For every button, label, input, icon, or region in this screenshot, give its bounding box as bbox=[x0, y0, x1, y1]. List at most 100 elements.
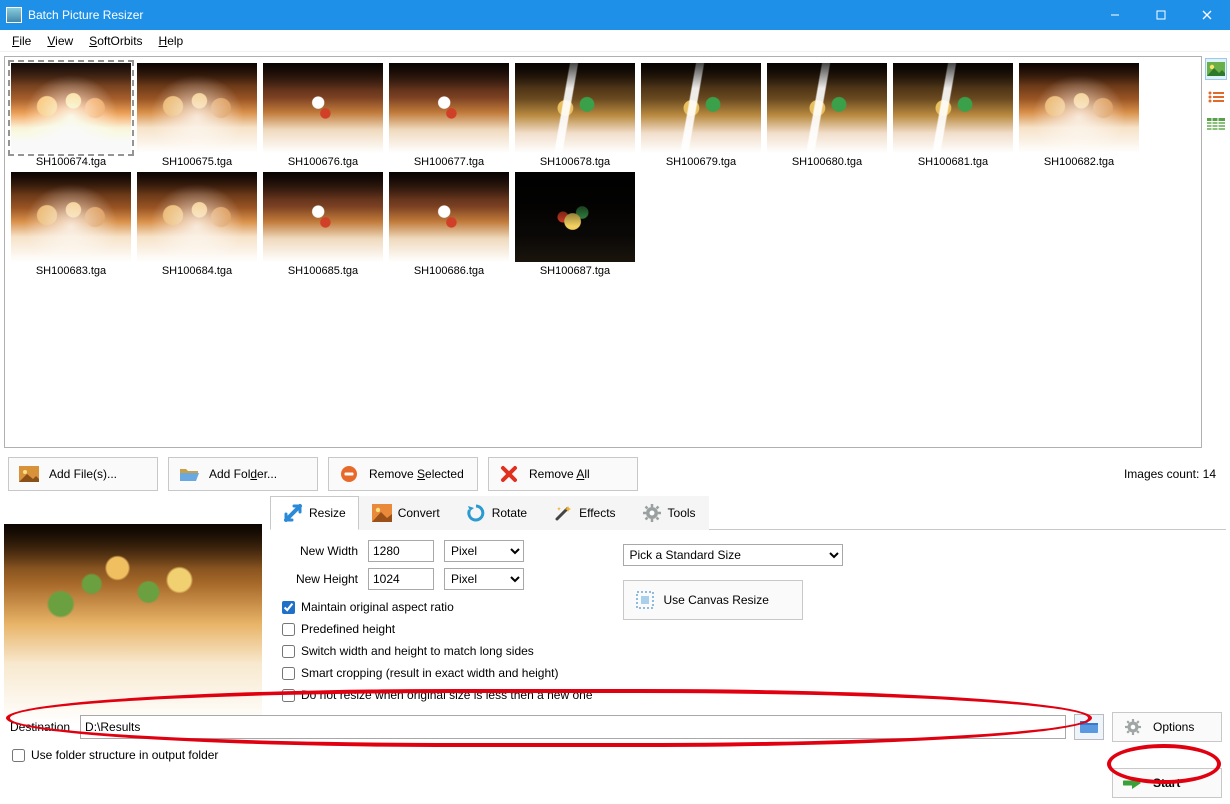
add-folder-button[interactable]: Add Folder... bbox=[168, 457, 318, 491]
menu-view[interactable]: View bbox=[39, 32, 81, 50]
new-width-label: New Width bbox=[282, 544, 362, 558]
thumbnail-image bbox=[137, 63, 257, 153]
thumbnail-item[interactable]: SH100682.tga bbox=[1019, 63, 1139, 168]
thumbnail-label: SH100678.tga bbox=[540, 156, 610, 168]
chk-smart-cropping[interactable]: Smart cropping (result in exact width an… bbox=[282, 666, 593, 680]
thumbnail-label: SH100674.tga bbox=[36, 156, 106, 168]
thumbnail-image bbox=[263, 63, 383, 153]
images-count-label: Images count: 14 bbox=[1124, 467, 1222, 481]
thumbnail-image bbox=[11, 63, 131, 153]
menu-help[interactable]: Help bbox=[151, 32, 192, 50]
view-details-icon[interactable] bbox=[1205, 114, 1227, 136]
tab-rotate[interactable]: Rotate bbox=[453, 496, 540, 530]
menu-softorbits[interactable]: SoftOrbits bbox=[81, 32, 150, 50]
height-unit-select[interactable]: Pixel bbox=[444, 568, 524, 590]
add-files-button[interactable]: Add File(s)... bbox=[8, 457, 158, 491]
thumbnail-image bbox=[893, 63, 1013, 153]
thumbnail-label: SH100685.tga bbox=[288, 265, 358, 277]
picture-icon bbox=[19, 464, 39, 484]
thumbnail-item[interactable]: SH100685.tga bbox=[263, 172, 383, 277]
thumbnail-image bbox=[515, 172, 635, 262]
thumbnail-label: SH100682.tga bbox=[1044, 156, 1114, 168]
thumbnail-image bbox=[263, 172, 383, 262]
convert-icon bbox=[372, 503, 392, 523]
thumbnail-item[interactable]: SH100681.tga bbox=[893, 63, 1013, 168]
new-height-input[interactable] bbox=[368, 568, 434, 590]
standard-size-select[interactable]: Pick a Standard Size bbox=[623, 544, 843, 566]
action-row: Add File(s)... Add Folder... Remove Sele… bbox=[0, 452, 1230, 496]
destination-row: Destination Options bbox=[8, 712, 1222, 742]
folder-open-icon bbox=[179, 464, 199, 484]
tab-strip: Resize Convert Rotate Effects Tools bbox=[270, 496, 1226, 530]
view-mode-toolbar bbox=[1202, 52, 1230, 452]
tab-effects[interactable]: Effects bbox=[540, 496, 628, 530]
thumbnail-image bbox=[137, 172, 257, 262]
canvas-icon bbox=[634, 590, 654, 610]
maximize-button[interactable] bbox=[1138, 0, 1184, 30]
chk-maintain-aspect[interactable]: Maintain original aspect ratio bbox=[282, 600, 593, 614]
thumbnail-image bbox=[11, 172, 131, 262]
minimize-button[interactable] bbox=[1092, 0, 1138, 30]
view-thumbnails-icon[interactable] bbox=[1205, 58, 1227, 80]
thumbnail-item[interactable]: SH100686.tga bbox=[389, 172, 509, 277]
new-width-input[interactable] bbox=[368, 540, 434, 562]
browse-button[interactable] bbox=[1074, 714, 1104, 740]
menu-file[interactable]: File bbox=[4, 32, 39, 50]
resize-panel: New Width Pixel New Height Pixel Maintai… bbox=[270, 529, 1226, 712]
thumbnail-item[interactable]: SH100683.tga bbox=[11, 172, 131, 277]
thumbnail-image bbox=[767, 63, 887, 153]
folder-icon bbox=[1079, 718, 1099, 737]
thumbnail-item[interactable]: SH100679.tga bbox=[641, 63, 761, 168]
thumbnail-label: SH100686.tga bbox=[414, 265, 484, 277]
thumbnail-gallery[interactable]: SH100674.tga SH100675.tga SH100676.tga SH10… bbox=[4, 56, 1202, 448]
thumbnail-item[interactable]: SH100674.tga bbox=[11, 63, 131, 168]
remove-icon bbox=[339, 464, 359, 484]
thumbnail-item[interactable]: SH100676.tga bbox=[263, 63, 383, 168]
chk-predefined-height[interactable]: Predefined height bbox=[282, 622, 593, 636]
thumbnail-label: SH100679.tga bbox=[666, 156, 736, 168]
thumbnail-label: SH100687.tga bbox=[540, 265, 610, 277]
thumbnail-image bbox=[389, 172, 509, 262]
add-folder-label: Add Folder... bbox=[209, 467, 277, 481]
chk-folder-structure[interactable]: Use folder structure in output folder bbox=[12, 748, 1218, 762]
thumbnail-label: SH100680.tga bbox=[792, 156, 862, 168]
chk-no-resize-smaller[interactable]: Do not resize when original size is less… bbox=[282, 688, 593, 702]
tab-convert[interactable]: Convert bbox=[359, 496, 453, 530]
thumbnail-label: SH100683.tga bbox=[36, 265, 106, 277]
close-button[interactable] bbox=[1184, 0, 1230, 30]
thumbnail-label: SH100677.tga bbox=[414, 156, 484, 168]
thumbnail-item[interactable]: SH100687.tga bbox=[515, 172, 635, 277]
width-unit-select[interactable]: Pixel bbox=[444, 540, 524, 562]
remove-all-button[interactable]: Remove All bbox=[488, 457, 638, 491]
start-button[interactable]: Start bbox=[1112, 768, 1222, 798]
tools-icon bbox=[642, 503, 662, 523]
effects-icon bbox=[553, 503, 573, 523]
options-button[interactable]: Options bbox=[1112, 712, 1222, 742]
thumbnail-item[interactable]: SH100678.tga bbox=[515, 63, 635, 168]
destination-label: Destination bbox=[8, 720, 72, 734]
title-bar: Batch Picture Resizer bbox=[0, 0, 1230, 30]
remove-selected-label: Remove Selected bbox=[369, 467, 464, 481]
remove-selected-button[interactable]: Remove Selected bbox=[328, 457, 478, 491]
destination-input[interactable] bbox=[80, 715, 1066, 739]
view-list-icon[interactable] bbox=[1205, 86, 1227, 108]
preview-image bbox=[4, 524, 262, 724]
thumbnail-item[interactable]: SH100677.tga bbox=[389, 63, 509, 168]
chk-switch-wh[interactable]: Switch width and height to match long si… bbox=[282, 644, 593, 658]
tab-resize[interactable]: Resize bbox=[270, 496, 359, 530]
resize-icon bbox=[283, 503, 303, 523]
tab-tools[interactable]: Tools bbox=[629, 496, 709, 530]
remove-all-label: Remove All bbox=[529, 467, 590, 481]
play-icon bbox=[1123, 773, 1143, 793]
thumbnail-label: SH100684.tga bbox=[162, 265, 232, 277]
window-title: Batch Picture Resizer bbox=[28, 8, 1092, 22]
thumbnail-item[interactable]: SH100675.tga bbox=[137, 63, 257, 168]
thumbnail-label: SH100676.tga bbox=[288, 156, 358, 168]
add-files-label: Add File(s)... bbox=[49, 467, 117, 481]
thumbnail-item[interactable]: SH100684.tga bbox=[137, 172, 257, 277]
thumbnail-item[interactable]: SH100680.tga bbox=[767, 63, 887, 168]
canvas-resize-button[interactable]: Use Canvas Resize bbox=[623, 580, 803, 620]
rotate-icon bbox=[466, 503, 486, 523]
menu-bar: File View SoftOrbits Help bbox=[0, 30, 1230, 52]
app-icon bbox=[6, 7, 22, 23]
